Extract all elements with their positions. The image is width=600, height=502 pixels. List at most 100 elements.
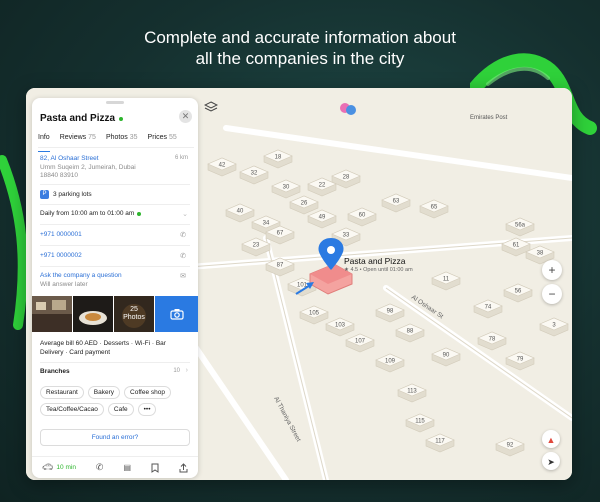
headline-line-1: Complete and accurate information about [144,28,456,47]
car-icon: 🚗︎ [41,462,54,472]
route-button[interactable]: 🚗︎ 10 min [42,462,76,473]
distance: 6 km [174,155,188,161]
tab-photos[interactable]: Photos 35 [106,134,138,147]
building-number: 90 [443,353,450,359]
building-number: 38 [537,251,544,257]
chip-tea-coffee-cacao[interactable]: Tea/Coffee/Cacao [40,403,104,416]
building-number: 78 [489,337,496,343]
card-tabs: Info Reviews 75 Photos 35 Prices 55 [38,134,194,152]
open-status-dot [119,116,124,121]
ask-question-link[interactable]: Ask the company a question [40,272,122,280]
poi-rating: 4.5 [350,267,359,273]
layers-icon [203,101,219,112]
photo-thumb-2[interactable] [73,296,113,332]
branches-label[interactable]: Branches [40,368,70,376]
building-number: 32 [251,171,258,177]
hours-row[interactable]: Daily from 10:00 am to 01:00 am [40,210,142,218]
hours-text: Daily from 10:00 am to 01:00 am [40,210,135,217]
building-number: 79 [517,357,524,363]
building-number: 61 [513,243,520,249]
tab-info[interactable]: Info [38,134,50,152]
features-line-2: Delivery · Card payment [40,349,111,356]
drag-handle[interactable] [106,101,124,104]
zoom-out-button[interactable]: − [542,284,562,304]
building-number: 109 [385,359,396,365]
building-number: 113 [407,389,417,395]
my-location-button[interactable]: ➤ [542,452,560,470]
building-number: 60 [359,213,366,219]
phone-icon-2[interactable]: ✆ [180,252,186,260]
building-number: 56a [515,223,526,229]
layers-button[interactable] [203,100,219,114]
building-number: 34 [263,221,270,227]
building-number: 49 [319,215,326,221]
headline-line-2: all the companies in the city [195,49,405,68]
bookmark-icon [151,463,159,473]
menu-card-icon: ▤ [123,463,132,472]
phone-link-1[interactable]: +971 0000001 [40,231,82,239]
building-number: 30 [283,185,290,191]
building-number: 11 [443,277,450,283]
chip-more[interactable]: ••• [137,403,157,416]
building-number: 22 [319,183,326,189]
headline: Complete and accurate information about … [0,27,600,69]
chip-cafe[interactable]: Cafe [107,403,134,416]
chip-restaurant[interactable]: Restaurant [40,386,84,399]
building-number: 33 [343,233,350,239]
building-number: 28 [343,175,350,181]
building-number: 40 [237,209,244,215]
tab-reviews[interactable]: Reviews 75 [60,134,96,147]
camera-icon [169,309,184,320]
photo-thumb-1[interactable] [32,296,72,332]
emirates-post-label: Emirates Post [470,115,508,121]
building-number: 103 [335,323,346,329]
call-button[interactable]: ✆ [96,462,104,473]
compass-icon: ▲ [546,435,556,445]
bookmark-button[interactable] [151,463,159,473]
features-line-1: Average bill 60 AED · Desserts · Wi-Fi ·… [40,340,166,347]
parking-text: 3 parking lots [53,190,92,198]
chat-icon: ✉ [180,273,186,280]
building-number: 42 [219,163,226,169]
address-link[interactable]: 82, Al Oshaar Street [40,155,99,163]
photos-more-count: 25 [130,306,138,313]
menu-button[interactable]: ▤ [123,463,131,472]
tab-prices[interactable]: Prices 55 [148,134,177,147]
company-title: Pasta and Pizza [40,113,116,124]
building-number: 98 [387,309,394,315]
building-number: 92 [507,443,514,449]
photos-more-label: Photos [123,314,145,321]
branches-count: 10 [173,368,180,374]
report-error-button[interactable]: Found an error? [40,429,190,446]
app-window: 42 32 18 30 22 26 28 40 34 49 33 60 23 67 87 101 63 65 103… [26,88,572,480]
phone-icon[interactable]: ✆ [180,231,186,239]
hours-open-dot [137,212,142,216]
chip-coffee-shop[interactable]: Coffee shop [124,386,171,399]
parking-row[interactable]: P 3 parking lots [40,190,92,199]
building-number: 65 [431,205,438,211]
zoom-in-button[interactable]: + [542,260,562,280]
company-card: Pasta and Pizza ✕ Info Reviews 75 Photos 3… [32,98,198,478]
phone-handset-icon: ✆ [95,462,104,472]
building-number: 63 [393,199,400,205]
chevron-down-icon: ⌄ [182,211,188,218]
building-number: 107 [355,339,366,345]
building-number: 105 [309,311,320,317]
poi-name: Pasta and Pizza [344,256,406,266]
close-icon: ✕ [181,111,190,121]
share-button[interactable] [179,462,188,473]
map-poi-label[interactable]: Pasta and Pizza ★ 4.5 • Open until 01:00… [344,256,413,273]
phone-link-2[interactable]: +971 0000002 [40,252,82,260]
star-icon: ★ [344,267,349,273]
building-number: 23 [253,243,260,249]
compass-button[interactable]: ▲ [542,430,560,448]
chip-bakery[interactable]: Bakery [87,386,121,399]
address-district: Umm Suqeim 2, Jumeirah, Dubai [40,164,136,171]
building-number: 74 [485,305,492,311]
card-action-bar: 🚗︎ 10 min ✆ ▤ [32,456,198,478]
add-photo-button[interactable] [155,296,198,332]
photo-strip: 25 Photos [32,296,198,332]
building-number: 67 [277,231,284,237]
photo-more-tile[interactable]: 25 Photos [114,296,154,332]
close-button[interactable]: ✕ [179,110,192,123]
